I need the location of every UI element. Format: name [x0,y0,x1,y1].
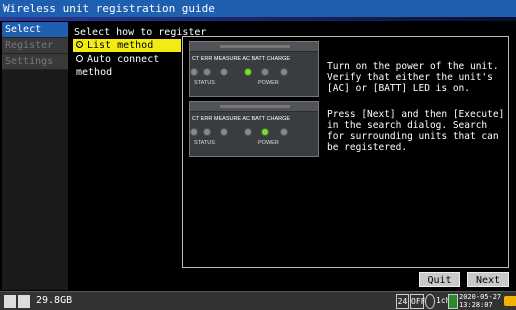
status-group-label: STATUS [194,140,215,146]
status-group-label: STATUS [194,80,215,86]
led-batt-on-icon [261,128,269,136]
status-date: 2020-05-27 [459,293,502,301]
option-label: List method [87,40,154,51]
unit-led-illustration: CT ERR MEASURE AC BATT CHARGE STATUS POW… [189,41,319,97]
status-bar: 29.8GB 24 OFF 1ch 2020-05-27 13:28:07 [0,291,516,310]
title-underline [0,17,516,21]
step-1-text: Turn on the power of the unit. Verify th… [327,61,499,94]
led-icon [220,128,228,136]
led-icon [220,68,228,76]
led-icon [280,128,288,136]
sd-card-icon [18,295,30,308]
led-icon [244,128,252,136]
led-icon [190,128,198,136]
wireless-icon [448,294,458,309]
quit-button[interactable]: Quit [419,272,460,287]
status-24-box: 24 [396,294,409,309]
storage-icon [4,295,16,308]
guide-panel: CT ERR MEASURE AC BATT CHARGE STATUS POW… [182,36,509,268]
option-auto-connect[interactable]: Auto connect method [73,53,181,78]
channel-label: 1ch [436,296,451,305]
sidebar-item-select[interactable]: Select [2,22,68,38]
power-group-label: POWER [258,80,279,86]
led-labels: CT ERR MEASURE AC BATT CHARGE [192,116,291,122]
sidebar-item-register[interactable]: Register [2,38,68,54]
led-icon [203,128,211,136]
storage-free: 29.8GB [36,295,73,306]
unit-led-illustration: CT ERR MEASURE AC BATT CHARGE STATUS POW… [189,101,319,157]
led-icon [261,68,269,76]
next-button[interactable]: Next [467,272,509,287]
power-plug-icon [504,296,516,306]
power-group-label: POWER [258,140,279,146]
option-list-method[interactable]: List method [73,39,181,52]
sidebar: Select Register Settings [2,22,68,290]
step-2-text: Press [Next] and then [Execute] in the s… [327,109,505,153]
main-area: Select how to register List method Auto … [70,22,514,290]
led-labels: CT ERR MEASURE AC BATT CHARGE [192,56,291,62]
radio-unselected-icon [76,54,83,62]
record-icon [425,294,435,309]
status-time: 13:28:07 [459,301,493,309]
led-icon [280,68,288,76]
led-ac-on-icon [244,68,252,76]
led-icon [190,68,198,76]
sidebar-item-settings[interactable]: Settings [2,54,68,70]
radio-selected-icon [76,40,83,48]
led-icon [203,68,211,76]
option-label: Auto connect method [76,54,160,78]
window-title: Wireless unit registration guide [0,0,516,17]
status-off-box: OFF [410,294,425,309]
